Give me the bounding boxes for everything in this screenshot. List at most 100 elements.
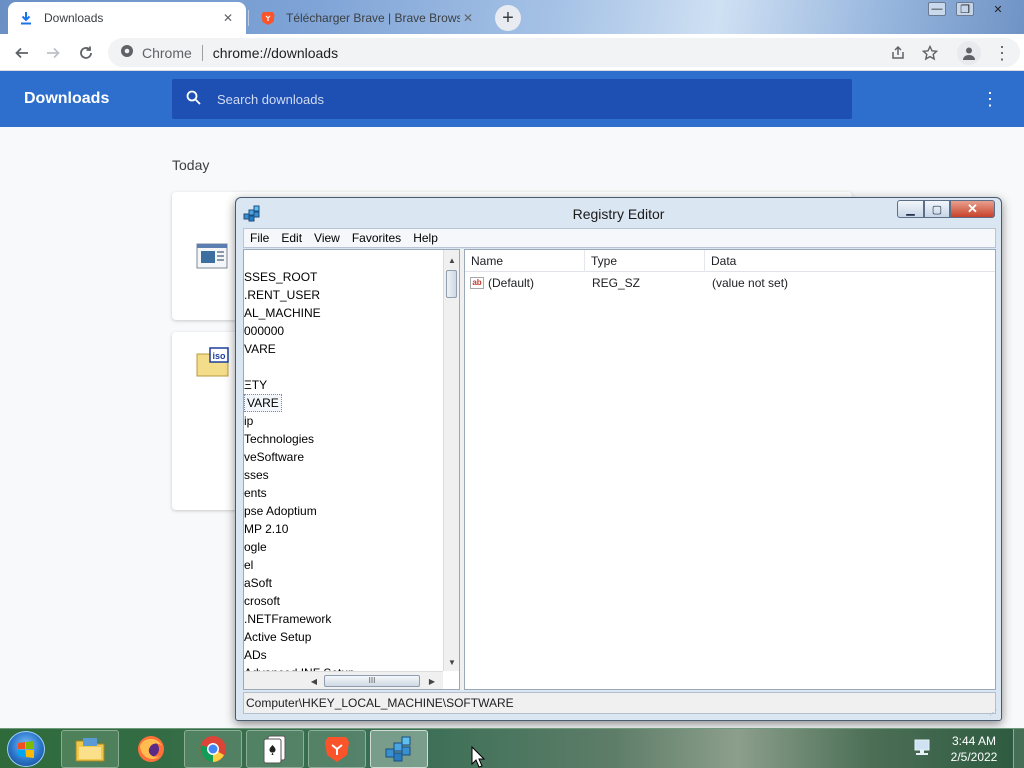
new-tab-button[interactable]: +	[495, 5, 521, 31]
values-list-pane[interactable]: Name Type Data ab (Default) REG_SZ (valu…	[464, 249, 996, 690]
tree-item[interactable]: 000000	[244, 322, 284, 340]
scroll-left-icon[interactable]: ◀	[306, 672, 322, 689]
column-header-type[interactable]: Type	[585, 250, 705, 272]
tree-item[interactable]: Technologies	[244, 430, 314, 448]
close-icon[interactable]: ✕	[460, 10, 476, 26]
taskbar-solitaire[interactable]	[246, 730, 304, 768]
regedit-icon	[385, 736, 411, 762]
start-button[interactable]	[7, 731, 45, 767]
tree-item[interactable]: aSoft	[244, 574, 272, 592]
close-icon[interactable]: ✕	[220, 10, 236, 26]
registry-body: SSES_ROOT .RENT_USER AL_MACHINE 000000 V…	[243, 249, 996, 690]
restore-button[interactable]: ❐	[950, 0, 980, 18]
minimize-button[interactable]: ▁	[897, 200, 924, 218]
value-row[interactable]: ab (Default) REG_SZ (value not set)	[465, 274, 995, 292]
taskbar-regedit[interactable]	[370, 730, 428, 768]
bookmark-star-icon[interactable]	[921, 44, 939, 62]
tree-item[interactable]: Advanced INF Setup	[244, 664, 355, 671]
taskbar: 3:44 AM 2/5/2022	[0, 728, 1024, 768]
tab-title: Télécharger Brave | Brave Browse	[286, 11, 460, 25]
back-button[interactable]	[9, 40, 35, 66]
close-button[interactable]: ✕	[950, 200, 995, 218]
scroll-right-icon[interactable]: ▶	[424, 672, 440, 689]
download-icon	[18, 10, 34, 26]
window-title: Registry Editor	[572, 206, 665, 222]
tab-brave-download[interactable]: Télécharger Brave | Brave Browse ✕	[250, 2, 486, 34]
more-actions-icon[interactable]: ⋮	[981, 87, 999, 111]
tree-item[interactable]: .RENT_USER	[244, 286, 320, 304]
profile-avatar-icon[interactable]	[957, 41, 981, 65]
browser-menu-icon[interactable]: ⋮	[993, 43, 1011, 63]
minimize-button[interactable]: —	[922, 0, 952, 18]
tree-item[interactable]: Active Setup	[244, 628, 311, 646]
executable-file-icon	[196, 242, 228, 274]
tree-item[interactable]: sses	[244, 466, 269, 484]
tree-item[interactable]: ents	[244, 484, 267, 502]
tree-item-selected[interactable]: VARE	[244, 394, 282, 412]
tree-item[interactable]: ogle	[244, 538, 267, 556]
tree-item[interactable]: ADs	[244, 646, 267, 664]
registry-editor-window: Registry Editor ▁ ▢ ✕ File Edit View Fav…	[235, 197, 1002, 721]
tree-item[interactable]: VARE	[244, 340, 276, 358]
url-text[interactable]: chrome://downloads	[213, 45, 338, 61]
column-header-name[interactable]: Name	[465, 250, 585, 272]
brave-icon	[325, 737, 349, 762]
tree-vertical-scrollbar[interactable]: ▲ ▼	[443, 250, 459, 671]
resize-grip-icon[interactable]: ⋰	[989, 708, 999, 718]
tree-item[interactable]: el	[244, 556, 253, 574]
key-tree-pane[interactable]: SSES_ROOT .RENT_USER AL_MACHINE 000000 V…	[243, 249, 460, 690]
tree-item[interactable]: SSES_ROOT	[244, 268, 317, 286]
arrow-left-icon	[15, 47, 28, 59]
explorer-icon	[75, 738, 105, 762]
tree-item[interactable]: ΞTY	[244, 376, 267, 394]
reload-button[interactable]	[73, 40, 99, 66]
menu-favorites[interactable]: Favorites	[346, 231, 407, 245]
scroll-thumb[interactable]: III	[324, 675, 420, 687]
tree-item[interactable]: veSoftware	[244, 448, 304, 466]
address-bar[interactable]: Chrome chrome://downloads	[108, 38, 1020, 67]
forward-button[interactable]	[40, 40, 66, 66]
taskbar-brave[interactable]	[308, 730, 366, 768]
status-path: Computer\HKEY_LOCAL_MACHINE\SOFTWARE	[246, 696, 514, 710]
window-titlebar[interactable]: Registry Editor ▁ ▢ ✕	[236, 198, 1001, 228]
tab-title: Downloads	[44, 11, 104, 25]
close-window-button[interactable]: ✕	[984, 0, 1012, 18]
chrome-icon	[200, 736, 226, 762]
menu-help[interactable]: Help	[407, 231, 444, 245]
menu-edit[interactable]: Edit	[275, 231, 308, 245]
search-downloads-field[interactable]: Search downloads	[172, 79, 852, 119]
taskbar-chrome[interactable]	[184, 730, 242, 768]
menu-file[interactable]: File	[244, 231, 275, 245]
tree-item[interactable]: MP 2.10	[244, 520, 288, 538]
column-header-row: Name Type Data	[465, 250, 995, 272]
windows-logo-icon	[18, 741, 34, 758]
tree-horizontal-scrollbar[interactable]: ◀ III ▶	[244, 671, 443, 689]
share-icon[interactable]	[889, 44, 907, 62]
string-value-icon: ab	[470, 277, 484, 289]
arrow-right-icon	[47, 47, 60, 59]
tree-item[interactable]: pse Adoptium	[244, 502, 317, 520]
tab-downloads[interactable]: Downloads ✕	[8, 2, 246, 34]
system-clock[interactable]: 3:44 AM 2/5/2022	[945, 733, 1003, 765]
taskbar-explorer[interactable]	[61, 730, 119, 768]
show-desktop-button[interactable]	[1013, 729, 1024, 768]
tab-separator	[248, 10, 249, 26]
taskbar-firefox[interactable]	[122, 730, 180, 768]
search-placeholder: Search downloads	[217, 91, 324, 107]
scroll-thumb[interactable]	[446, 270, 457, 298]
menu-view[interactable]: View	[308, 231, 346, 245]
scroll-up-icon[interactable]: ▲	[444, 252, 459, 268]
network-icon[interactable]	[913, 739, 933, 757]
iso-badge: iso	[212, 351, 226, 361]
scroll-down-icon[interactable]: ▼	[444, 654, 459, 670]
tree-item[interactable]: .NETFramework	[244, 610, 331, 628]
maximize-button[interactable]: ▢	[924, 200, 950, 218]
omnibox-divider	[201, 44, 203, 61]
mouse-cursor-icon	[471, 745, 486, 768]
column-header-data[interactable]: Data	[705, 250, 995, 272]
tree-item[interactable]: ip	[244, 412, 253, 430]
browser-toolbar: Chrome chrome://downloads ⋮	[0, 34, 1024, 71]
tree-item[interactable]: crosoft	[244, 592, 280, 610]
tree-item[interactable]: AL_MACHINE	[244, 304, 321, 322]
value-name: (Default)	[488, 276, 535, 290]
